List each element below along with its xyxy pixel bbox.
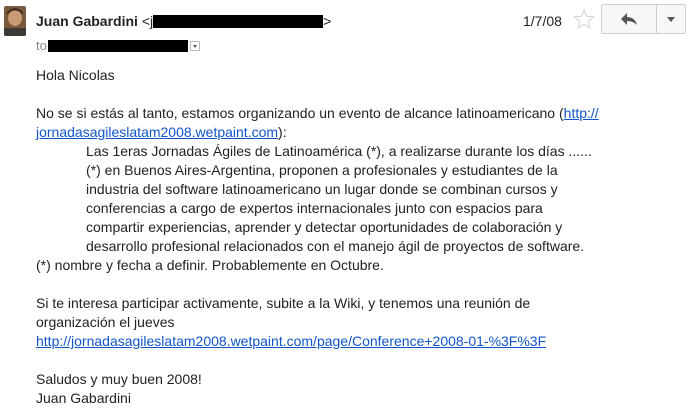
intro-text-end: ):: [278, 124, 287, 140]
reply-button[interactable]: [601, 4, 656, 34]
paragraph-wiki-line2: organización el jueves: [36, 314, 175, 330]
reply-arrow-icon: [621, 13, 637, 25]
quoted-description: Las 1eras Jornadas Ágiles de Latinoaméri…: [36, 142, 691, 256]
message-date: 1/7/08: [523, 13, 562, 29]
quote-line: desarrollo profesional relacionados con …: [86, 238, 585, 254]
intro-text: No se si estás al tanto, estamos organiz…: [36, 105, 564, 121]
sender-name: Juan Gabardini: [36, 13, 138, 29]
quote-line: Las 1eras Jornadas Ágiles de Latinoaméri…: [86, 143, 592, 159]
event-link-part1: http://: [563, 105, 599, 121]
more-actions-button[interactable]: [656, 4, 686, 34]
signature: Juan Gabardini: [36, 390, 131, 406]
recipients-redaction: [48, 40, 189, 52]
paragraph-wiki-line1: Si te interesa participar activamente, s…: [36, 295, 531, 311]
sender-email-redaction: [153, 15, 324, 28]
conference-link[interactable]: http://jornadasagileslatam2008.wetpaint.…: [36, 333, 546, 349]
quote-line: conferencias a cargo de expertos interna…: [86, 200, 543, 216]
sender-line: Juan Gabardini <j >: [36, 13, 331, 29]
quote-line: (*) en Buenos Aires-Argentina, proponen …: [86, 162, 558, 178]
footnote: (*) nombre y fecha a definir. Probableme…: [36, 257, 384, 273]
sender-avatar: [4, 6, 26, 36]
sender-email-suffix: >: [323, 13, 332, 29]
message-body: Hola Nicolas No se si estás al tanto, es…: [36, 66, 691, 408]
paragraph-intro: No se si estás al tanto, estamos organiz…: [36, 104, 691, 142]
star-icon[interactable]: [573, 8, 595, 30]
greeting: Hola Nicolas: [36, 67, 115, 83]
recipients-dropdown-icon[interactable]: [190, 41, 201, 51]
dropdown-triangle-icon: [667, 16, 675, 22]
closing: Saludos y muy buen 2008!: [36, 371, 202, 387]
event-link-part2: jornadasagileslatam2008.wetpaint.com: [36, 124, 279, 140]
quote-line: industria del software latinoamericano u…: [86, 181, 558, 197]
quote-line: compartir experiencias, aprender y detec…: [86, 219, 563, 235]
to-label: to: [36, 38, 47, 53]
recipients-line: to: [36, 38, 201, 53]
sender-email-prefix: <j: [141, 13, 154, 29]
